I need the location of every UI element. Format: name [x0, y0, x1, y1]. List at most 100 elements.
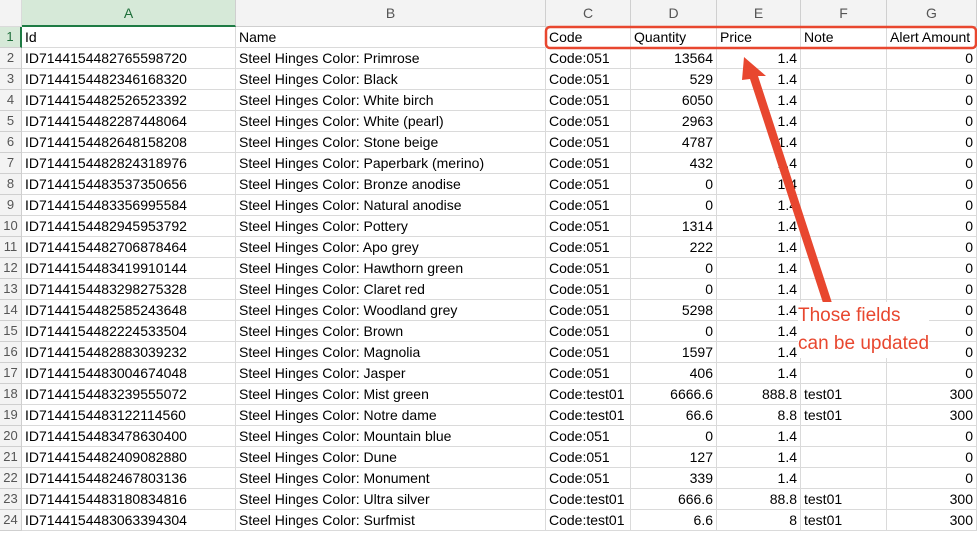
- table-cell[interactable]: Steel Hinges Color: Primrose: [236, 48, 546, 69]
- table-cell[interactable]: test01: [801, 405, 887, 426]
- table-cell[interactable]: [801, 90, 887, 111]
- table-cell[interactable]: [801, 468, 887, 489]
- table-cell[interactable]: [801, 48, 887, 69]
- table-cell[interactable]: 1597: [631, 342, 717, 363]
- table-cell[interactable]: 1.4: [717, 300, 801, 321]
- table-cell[interactable]: 1.4: [717, 174, 801, 195]
- table-cell[interactable]: 888.8: [717, 384, 801, 405]
- table-cell[interactable]: Code:051: [546, 111, 631, 132]
- table-cell[interactable]: 1.4: [717, 426, 801, 447]
- header-cell[interactable]: Name: [236, 27, 546, 48]
- row-header[interactable]: 5: [0, 111, 22, 132]
- table-cell[interactable]: ID7144154483239555072: [22, 384, 236, 405]
- header-cell[interactable]: Code: [546, 27, 631, 48]
- select-all-corner[interactable]: [0, 0, 22, 27]
- row-header[interactable]: 6: [0, 132, 22, 153]
- table-cell[interactable]: 0: [887, 132, 977, 153]
- table-cell[interactable]: Code:051: [546, 342, 631, 363]
- row-header[interactable]: 16: [0, 342, 22, 363]
- table-cell[interactable]: ID7144154483122114560: [22, 405, 236, 426]
- table-cell[interactable]: [801, 174, 887, 195]
- table-cell[interactable]: Code:051: [546, 132, 631, 153]
- table-cell[interactable]: 6666.6: [631, 384, 717, 405]
- table-cell[interactable]: 1.4: [717, 69, 801, 90]
- column-header-a[interactable]: A: [22, 0, 236, 27]
- table-cell[interactable]: test01: [801, 384, 887, 405]
- table-cell[interactable]: Code:051: [546, 363, 631, 384]
- table-cell[interactable]: ID7144154482409082880: [22, 447, 236, 468]
- table-cell[interactable]: ID7144154483356995584: [22, 195, 236, 216]
- table-cell[interactable]: 127: [631, 447, 717, 468]
- row-header[interactable]: 9: [0, 195, 22, 216]
- table-cell[interactable]: 6.6: [631, 510, 717, 531]
- table-cell[interactable]: Code:051: [546, 447, 631, 468]
- table-cell[interactable]: 0: [887, 216, 977, 237]
- row-header[interactable]: 17: [0, 363, 22, 384]
- row-header[interactable]: 3: [0, 69, 22, 90]
- table-cell[interactable]: ID7144154482287448064: [22, 111, 236, 132]
- row-header[interactable]: 18: [0, 384, 22, 405]
- table-cell[interactable]: Code:051: [546, 426, 631, 447]
- table-cell[interactable]: Steel Hinges Color: Mountain blue: [236, 426, 546, 447]
- table-cell[interactable]: 666.6: [631, 489, 717, 510]
- table-cell[interactable]: 1.4: [717, 153, 801, 174]
- table-cell[interactable]: Code:051: [546, 258, 631, 279]
- table-cell[interactable]: Steel Hinges Color: Monument: [236, 468, 546, 489]
- row-header[interactable]: 24: [0, 510, 22, 531]
- table-cell[interactable]: 0: [631, 279, 717, 300]
- table-cell[interactable]: 8.8: [717, 405, 801, 426]
- table-cell[interactable]: 1.4: [717, 111, 801, 132]
- table-cell[interactable]: 300: [887, 510, 977, 531]
- table-cell[interactable]: 0: [887, 48, 977, 69]
- table-cell[interactable]: 0: [887, 153, 977, 174]
- table-cell[interactable]: [801, 69, 887, 90]
- table-cell[interactable]: Steel Hinges Color: Apo grey: [236, 237, 546, 258]
- row-header[interactable]: 15: [0, 321, 22, 342]
- table-cell[interactable]: 1.4: [717, 90, 801, 111]
- row-header[interactable]: 1: [0, 27, 22, 48]
- table-cell[interactable]: Steel Hinges Color: Hawthorn green: [236, 258, 546, 279]
- table-cell[interactable]: [801, 447, 887, 468]
- table-cell[interactable]: 0: [887, 90, 977, 111]
- table-cell[interactable]: 0: [631, 258, 717, 279]
- table-cell[interactable]: Steel Hinges Color: Dune: [236, 447, 546, 468]
- row-header[interactable]: 10: [0, 216, 22, 237]
- table-cell[interactable]: 1.4: [717, 363, 801, 384]
- table-cell[interactable]: 1.4: [717, 216, 801, 237]
- table-cell[interactable]: Steel Hinges Color: Jasper: [236, 363, 546, 384]
- table-cell[interactable]: ID7144154482945953792: [22, 216, 236, 237]
- column-header-e[interactable]: E: [717, 0, 801, 27]
- table-cell[interactable]: Code:051: [546, 468, 631, 489]
- table-cell[interactable]: ID7144154482824318976: [22, 153, 236, 174]
- table-cell[interactable]: 300: [887, 384, 977, 405]
- table-cell[interactable]: 0: [887, 174, 977, 195]
- table-cell[interactable]: 1.4: [717, 342, 801, 363]
- table-cell[interactable]: ID7144154482224533504: [22, 321, 236, 342]
- table-cell[interactable]: 5298: [631, 300, 717, 321]
- table-cell[interactable]: Code:051: [546, 321, 631, 342]
- table-cell[interactable]: Steel Hinges Color: Mist green: [236, 384, 546, 405]
- table-cell[interactable]: Code:051: [546, 279, 631, 300]
- table-cell[interactable]: ID7144154482883039232: [22, 342, 236, 363]
- table-cell[interactable]: [801, 153, 887, 174]
- table-cell[interactable]: 13564: [631, 48, 717, 69]
- table-cell[interactable]: [801, 237, 887, 258]
- table-cell[interactable]: 1.4: [717, 237, 801, 258]
- table-cell[interactable]: 300: [887, 489, 977, 510]
- table-cell[interactable]: [801, 132, 887, 153]
- table-cell[interactable]: 406: [631, 363, 717, 384]
- table-cell[interactable]: Code:051: [546, 237, 631, 258]
- table-cell[interactable]: Code:051: [546, 90, 631, 111]
- row-header[interactable]: 23: [0, 489, 22, 510]
- table-cell[interactable]: 0: [887, 258, 977, 279]
- row-header[interactable]: 4: [0, 90, 22, 111]
- table-cell[interactable]: Steel Hinges Color: Magnolia: [236, 342, 546, 363]
- row-header[interactable]: 13: [0, 279, 22, 300]
- table-cell[interactable]: ID7144154483537350656: [22, 174, 236, 195]
- row-header[interactable]: 21: [0, 447, 22, 468]
- table-cell[interactable]: ID7144154482706878464: [22, 237, 236, 258]
- table-cell[interactable]: 432: [631, 153, 717, 174]
- table-cell[interactable]: test01: [801, 489, 887, 510]
- table-cell[interactable]: ID7144154482585243648: [22, 300, 236, 321]
- table-cell[interactable]: 1314: [631, 216, 717, 237]
